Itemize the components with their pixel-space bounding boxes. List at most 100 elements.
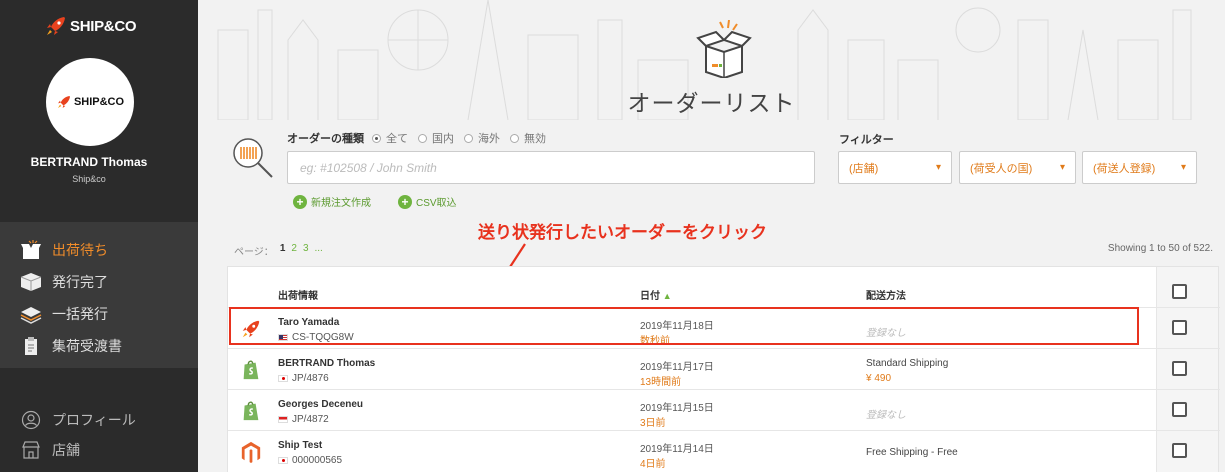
nav-item-label: 発行完了 [52, 274, 108, 290]
results-count: Showing 1 to 50 of 522. [1107, 243, 1213, 254]
shipping-method: 登録なし [866, 410, 906, 421]
brand-logo-text: SHIP&CO [70, 17, 137, 35]
open-box-icon [696, 20, 752, 78]
avatar[interactable]: SHIP&CO [46, 58, 134, 146]
radio-domestic[interactable]: 国内 [418, 130, 454, 146]
order-ref-text: JP/4872 [292, 414, 329, 425]
new-order-button[interactable]: + 新規注文作成 [293, 194, 371, 209]
magento-icon [241, 441, 261, 463]
radio-dot [418, 133, 427, 143]
table-row[interactable]: BERTRAND Thomas JP/4876 2019年11月17日 13時間… [228, 348, 1220, 389]
nav-item-label: 集荷受渡書 [52, 338, 122, 354]
page-link[interactable]: 3 [303, 243, 309, 258]
shopify-icon [243, 360, 259, 380]
page-link[interactable]: ... [315, 243, 323, 258]
page-title: オーダーリスト [627, 90, 796, 116]
nav-item-label: 店舗 [52, 442, 80, 458]
secondary-nav: プロフィール 店舗 [0, 405, 198, 465]
user-company: Ship&co [72, 174, 106, 184]
radio-label: 海外 [478, 133, 500, 145]
avatar-logo-text: SHIP&CO [73, 96, 125, 108]
order-ref-text: 000000565 [292, 455, 343, 466]
barcode-scanner-icon[interactable] [231, 136, 275, 180]
search-input[interactable] [287, 151, 815, 184]
radio-dot [464, 133, 473, 143]
box-open-icon [18, 239, 44, 261]
store-select-value: (店舗) [849, 162, 879, 175]
header-date[interactable]: 日付 ▲ [640, 287, 672, 302]
shopify-icon [243, 401, 259, 421]
new-order-label: 新規注文作成 [311, 198, 371, 209]
plus-icon: + [398, 194, 412, 209]
order-type-filter: オーダーの種類 全て 国内 海外 無効 [287, 130, 556, 146]
row-checkbox[interactable] [1172, 443, 1187, 458]
order-ref: JP/4876 [278, 373, 329, 384]
table-row[interactable]: Georges Deceneu JP/4872 2019年11月15日 3日前 … [228, 389, 1220, 430]
csv-import-label: CSV取込 [416, 198, 457, 209]
store-select[interactable]: (店舗) ▾ [838, 151, 952, 184]
plus-icon: + [293, 194, 307, 209]
orders-table: 出荷情報 日付 ▲ 配送方法 Taro Yamada CS-TQQG8W 201… [227, 266, 1220, 472]
row-checkbox[interactable] [1172, 402, 1187, 417]
nav-item-issued[interactable]: 発行完了 [0, 266, 198, 298]
radio-label: 全て [386, 133, 408, 145]
nav-item-pickup-receipt[interactable]: 集荷受渡書 [0, 330, 198, 362]
jp-flag-icon [278, 375, 288, 382]
stack-icon [18, 303, 44, 325]
recipient-name: Ship Test [278, 440, 323, 451]
select-all-checkbox[interactable] [1172, 284, 1187, 299]
sender-select-value: (荷送人登録) [1093, 162, 1156, 175]
order-age: 4日前 [640, 459, 666, 470]
order-date: 2019年11月14日 [640, 444, 714, 455]
radio-invalid[interactable]: 無効 [510, 130, 546, 146]
radio-international[interactable]: 海外 [464, 130, 500, 146]
shipping-method: Standard Shipping [866, 358, 949, 369]
shipping-method: Free Shipping - Free [866, 447, 958, 458]
recipient-name: Georges Deceneu [278, 399, 364, 410]
chevron-down-icon: ▾ [935, 162, 941, 173]
row-checkbox[interactable] [1172, 361, 1187, 376]
pagination: ページ： 1 2 3 ... [234, 243, 323, 258]
nav-item-label: 一括発行 [52, 306, 108, 322]
brand-logo[interactable]: SHIP&CO [44, 14, 137, 38]
nav-item-label: 出荷待ち [52, 242, 108, 258]
order-ref: JP/4872 [278, 414, 329, 425]
rocket-icon [47, 17, 65, 35]
nav-item-bulk[interactable]: 一括発行 [0, 298, 198, 330]
nav-item-label: プロフィール [52, 412, 136, 428]
order-ref: 000000565 [278, 455, 342, 466]
recipient-country-select-value: (荷受人の国) [970, 162, 1033, 175]
sg-flag-icon [278, 416, 288, 423]
filter-label: フィルター [839, 134, 894, 146]
nav-item-store[interactable]: 店舗 [0, 435, 198, 465]
header-shipping-info[interactable]: 出荷情報 [278, 287, 318, 302]
main-nav: 出荷待ち 発行完了 一括発行 集荷受渡書 [0, 222, 198, 368]
user-icon [18, 409, 44, 431]
shipping-price: ¥ 490 [866, 373, 892, 384]
order-age: 3日前 [640, 418, 666, 429]
sender-select[interactable]: (荷送人登録) ▾ [1082, 151, 1197, 184]
header-date-label: 日付 [640, 291, 660, 302]
radio-label: 無効 [524, 133, 546, 145]
table-row[interactable]: Ship Test 000000565 2019年11月14日 4日前 Free… [228, 430, 1220, 471]
row-checkbox[interactable] [1172, 320, 1187, 335]
clipboard-icon [18, 335, 44, 357]
order-age: 13時間前 [640, 377, 682, 388]
nav-item-pending[interactable]: 出荷待ち [0, 234, 198, 266]
order-type-label: オーダーの種類 [287, 133, 364, 145]
radio-all[interactable]: 全て [372, 130, 408, 146]
main-content: オーダーリスト オーダーの種類 全て 国内 海外 無効 + 新規注文作成 + C… [198, 0, 1225, 472]
order-date: 2019年11月17日 [640, 362, 714, 373]
nav-item-profile[interactable]: プロフィール [0, 405, 198, 435]
recipient-country-select[interactable]: (荷受人の国) ▾ [959, 151, 1076, 184]
csv-import-button[interactable]: + CSV取込 [398, 194, 457, 209]
rocket-icon [57, 96, 70, 108]
annotation-highlight-box [229, 307, 1139, 345]
chevron-down-icon: ▾ [1059, 162, 1065, 173]
jp-flag-icon [278, 457, 288, 464]
page-link[interactable]: 1 [280, 243, 286, 258]
page-link[interactable]: 2 [291, 243, 297, 258]
header-shipping-method[interactable]: 配送方法 [866, 287, 906, 302]
sort-ascending-icon: ▲ [662, 291, 672, 301]
radio-label: 国内 [432, 133, 454, 145]
